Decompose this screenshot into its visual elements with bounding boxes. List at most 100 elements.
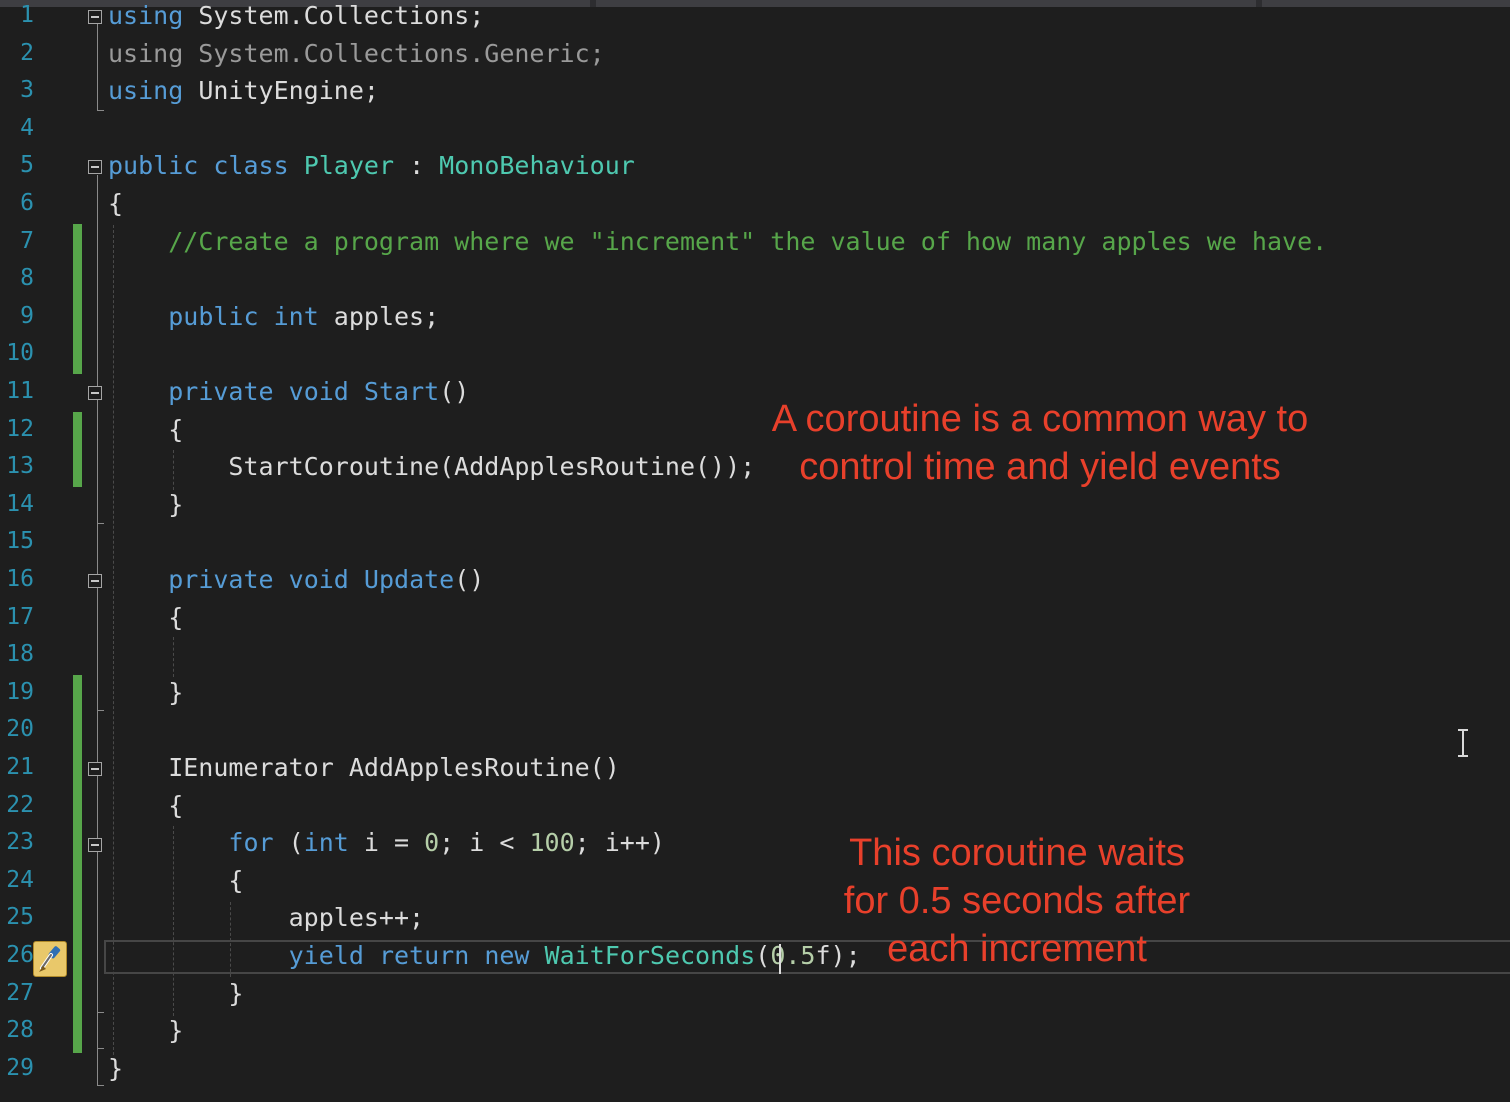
tab-strip-segment <box>1262 0 1510 7</box>
code-line[interactable]: apples++; <box>108 899 424 936</box>
code-token: private <box>168 565 274 594</box>
line-number: 7 <box>20 227 34 254</box>
code-token: using <box>108 76 184 106</box>
line-number: 19 <box>6 678 34 705</box>
code-token: WaitForSeconds <box>544 941 756 970</box>
line-number: 17 <box>6 603 34 630</box>
code-line[interactable]: public int apples; <box>108 298 439 335</box>
change-indicator-bar <box>73 675 82 1053</box>
code-token: int <box>303 828 349 858</box>
line-number: 13 <box>6 453 34 480</box>
collapse-toggle[interactable] <box>88 160 102 174</box>
line-number: 18 <box>6 641 34 668</box>
outline-line <box>97 24 98 110</box>
line-number: 16 <box>6 566 34 592</box>
collapse-toggle[interactable] <box>88 838 102 852</box>
code-token: return <box>378 941 470 970</box>
text-ibeam-icon <box>1455 728 1471 758</box>
code-token: i = <box>348 828 425 858</box>
code-line[interactable]: //Create a program where we "increment" … <box>108 223 1327 260</box>
code-line[interactable]: { <box>108 411 183 448</box>
outline-end <box>97 1048 104 1049</box>
code-line[interactable]: private void Update() <box>108 561 484 598</box>
code-editor[interactable]: 1 2 3 4 5 6 7 8 9 10 11 12 13 14 15 16 17 18 19 20 21 22 23 24 2… <box>0 0 1510 1102</box>
line-number: 23 <box>6 829 34 856</box>
code-line[interactable]: IEnumerator AddApplesRoutine() <box>108 749 620 786</box>
line-number: 14 <box>6 490 34 517</box>
line-number: 12 <box>6 415 34 442</box>
code-line[interactable]: using System.Collections.Generic; <box>108 35 605 72</box>
line-number: 24 <box>6 866 34 893</box>
change-indicator-bar <box>73 412 82 487</box>
code-line[interactable]: { <box>108 185 123 222</box>
code-token: StartCoroutine(AddApplesRoutine()); <box>108 452 756 482</box>
code-line[interactable]: yield return new WaitForSeconds(0.5f); <box>108 937 861 974</box>
code-token: ( <box>273 828 304 858</box>
change-indicator-bar <box>73 224 82 374</box>
code-token: for <box>228 828 274 858</box>
outline-end <box>97 110 104 111</box>
line-number: 9 <box>20 302 34 329</box>
code-line[interactable]: public class Player : MonoBehaviour <box>108 147 635 184</box>
code-line[interactable]: } <box>108 486 183 523</box>
code-token: MonoBehaviour <box>439 151 635 181</box>
code-token: class <box>213 151 289 181</box>
code-token: : <box>394 151 440 181</box>
collapse-toggle[interactable] <box>88 574 102 588</box>
code-token: Update <box>363 565 455 594</box>
code-line[interactable]: { <box>108 862 243 899</box>
collapse-toggle[interactable] <box>88 762 102 776</box>
code-token: private <box>168 377 274 406</box>
code-line[interactable]: for (int i = 0; i < 100; i++) <box>108 824 665 861</box>
code-line[interactable]: } <box>108 975 243 1012</box>
code-token: apples++; <box>108 903 425 933</box>
code-token: { <box>108 602 184 632</box>
annotation-coroutine-note: A coroutine is a common way to control t… <box>750 395 1330 491</box>
line-number: 3 <box>20 77 34 104</box>
code-token: 100 <box>529 828 575 858</box>
code-token: int <box>273 301 319 331</box>
code-token: using <box>108 1 184 30</box>
code-line[interactable]: } <box>108 1050 123 1087</box>
code-line[interactable]: } <box>108 1012 183 1049</box>
text-caret <box>779 944 781 974</box>
code-line[interactable]: using System.Collections; <box>108 0 484 34</box>
code-line[interactable]: { <box>108 599 183 636</box>
code-token: new <box>484 941 530 970</box>
code-token: Start <box>363 377 440 406</box>
code-token: public <box>168 301 259 331</box>
line-number: 1 <box>20 2 34 28</box>
code-token: ; i < <box>439 828 530 858</box>
code-token: UnityEngine; <box>183 76 379 106</box>
code-token: IEnumerator AddApplesRoutine() <box>108 753 620 782</box>
line-number: 11 <box>6 378 34 404</box>
code-token: //Create a program where we "increment" … <box>168 226 1328 256</box>
code-token: } <box>108 1016 184 1046</box>
line-number: 22 <box>6 791 34 818</box>
collapse-toggle[interactable] <box>88 10 102 24</box>
code-token: { <box>108 790 184 820</box>
screwdriver-brush-icon[interactable] <box>33 941 67 977</box>
code-token: ; i++) <box>574 828 665 858</box>
code-line[interactable]: } <box>108 674 183 711</box>
line-number: 15 <box>6 528 34 555</box>
code-token: void <box>288 377 349 406</box>
outline-line <box>97 175 98 1085</box>
code-token: public <box>108 151 199 181</box>
tab-strip-segment <box>596 0 1256 7</box>
code-line[interactable]: private void Start() <box>108 373 469 410</box>
code-line[interactable]: { <box>108 787 183 824</box>
line-number: 21 <box>6 754 34 780</box>
code-line[interactable]: StartCoroutine(AddApplesRoutine()); <box>108 448 755 485</box>
collapse-toggle[interactable] <box>88 386 102 400</box>
code-line[interactable]: using UnityEngine; <box>108 72 379 109</box>
code-token: } <box>108 978 244 1008</box>
